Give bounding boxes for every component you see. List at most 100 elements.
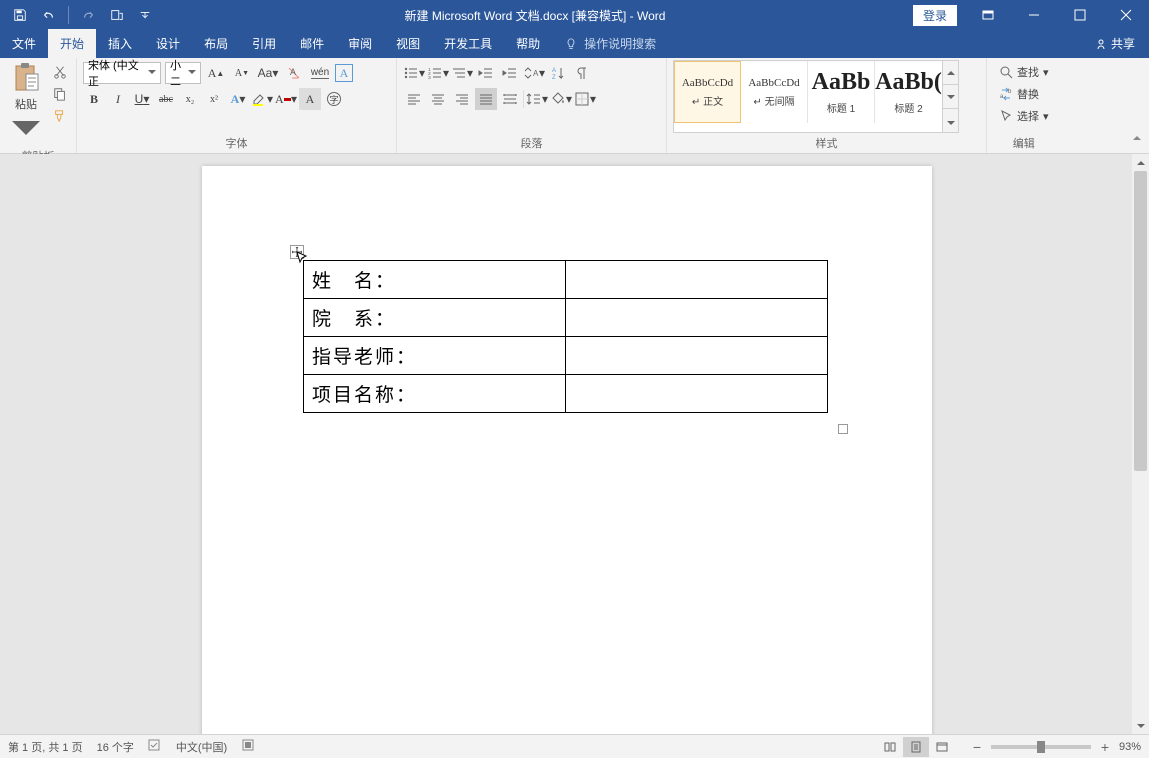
login-button[interactable]: 登录 [913,5,957,26]
find-button[interactable]: 查找 ▾ [997,62,1051,82]
multilevel-list-button[interactable]: ▾ [451,62,473,84]
tell-me-search[interactable]: 操作说明搜索 [552,29,668,58]
table-cell-label[interactable]: 院 系： [304,299,566,337]
table-cell-label[interactable]: 指导老师： [304,337,566,375]
italic-button[interactable]: I [107,88,129,110]
collapse-ribbon-button[interactable] [1131,131,1143,149]
table-row[interactable]: 指导老师： [304,337,828,375]
tab-mailings[interactable]: 邮件 [288,29,336,58]
table-cell-label[interactable]: 项目名称： [304,375,566,413]
tab-view[interactable]: 视图 [384,29,432,58]
underline-button[interactable]: U▾ [131,88,153,110]
bold-button[interactable]: B [83,88,105,110]
document-table[interactable]: 姓 名： 院 系： 指导老师： 项目名称： [303,260,828,413]
table-row[interactable]: 院 系： [304,299,828,337]
zoom-slider[interactable] [991,745,1091,749]
numbering-button[interactable]: 123▾ [427,62,449,84]
macro-icon[interactable] [241,738,255,755]
strikethrough-button[interactable]: abc [155,88,177,110]
shading-button[interactable]: ▾ [550,88,572,110]
character-border-button[interactable]: A [335,64,353,82]
align-justify-button[interactable] [475,88,497,110]
tab-layout[interactable]: 布局 [192,29,240,58]
superscript-button[interactable]: x² [203,88,225,110]
zoom-level[interactable]: 93% [1119,741,1141,753]
format-painter-button[interactable] [50,106,70,126]
share-button[interactable]: 共享 [1081,29,1149,58]
read-mode-button[interactable] [877,737,903,757]
vertical-scrollbar[interactable] [1132,154,1149,734]
increase-indent-button[interactable] [499,62,521,84]
character-shading-button[interactable]: A [299,88,321,110]
style-heading2[interactable]: AaBb(标题 2 [875,61,942,123]
tab-references[interactable]: 引用 [240,29,288,58]
zoom-out-button[interactable]: − [969,739,985,755]
print-layout-button[interactable] [903,737,929,757]
copy-button[interactable] [50,84,70,104]
qat-more-button[interactable] [133,3,157,27]
scroll-up-button[interactable] [1132,154,1149,171]
table-row[interactable]: 姓 名： [304,261,828,299]
tab-home[interactable]: 开始 [48,29,96,58]
save-button[interactable] [8,3,32,27]
sort-button[interactable]: AZ [547,62,569,84]
style-nospacing[interactable]: AaBbCcDd↵ 无间隔 [741,61,808,123]
phonetic-guide-button[interactable]: wén [309,62,331,84]
table-cell-value[interactable] [566,337,828,375]
document-area[interactable]: 姓 名： 院 系： 指导老师： 项目名称： [0,154,1132,734]
web-layout-button[interactable] [929,737,955,757]
clear-formatting-button[interactable]: A [283,62,305,84]
font-name-combo[interactable]: 宋体 (中文正 [83,62,161,84]
text-effects-button[interactable]: A▾ [227,88,249,110]
tab-insert[interactable]: 插入 [96,29,144,58]
page-indicator[interactable]: 第 1 页, 共 1 页 [8,739,83,755]
gallery-down-button[interactable] [943,85,958,109]
line-spacing-button[interactable]: ▾ [526,88,548,110]
font-color-button[interactable]: A▾ [275,88,297,110]
table-cell-label[interactable]: 姓 名： [304,261,566,299]
gallery-more-button[interactable] [943,109,958,132]
tab-help[interactable]: 帮助 [504,29,552,58]
table-cell-value[interactable] [566,261,828,299]
distribute-button[interactable] [499,88,521,110]
word-count[interactable]: 16 个字 [97,739,134,755]
enclose-characters-button[interactable]: 字 [323,88,345,110]
align-right-button[interactable] [451,88,473,110]
gallery-up-button[interactable] [943,61,958,85]
table-cell-value[interactable] [566,375,828,413]
zoom-handle[interactable] [1037,741,1045,753]
align-center-button[interactable] [427,88,449,110]
table-row[interactable]: 项目名称： [304,375,828,413]
close-button[interactable] [1103,0,1149,30]
ribbon-display-button[interactable] [965,0,1011,30]
redo-button[interactable] [77,3,101,27]
tab-file[interactable]: 文件 [0,29,48,58]
change-case-button[interactable]: Aa▾ [257,62,279,84]
table-cell-value[interactable] [566,299,828,337]
show-marks-button[interactable] [571,62,593,84]
tab-developer[interactable]: 开发工具 [432,29,504,58]
select-button[interactable]: 选择 ▾ [997,106,1051,126]
style-normal[interactable]: AaBbCcDd↵ 正文 [674,61,741,123]
minimize-button[interactable] [1011,0,1057,30]
table-resize-handle[interactable] [838,424,848,434]
shrink-font-button[interactable]: A▼ [231,62,253,84]
borders-button[interactable]: ▾ [574,88,596,110]
paste-button[interactable]: 粘贴 [6,60,46,146]
style-heading1[interactable]: AaBb标题 1 [808,61,875,123]
tab-review[interactable]: 审阅 [336,29,384,58]
decrease-indent-button[interactable] [475,62,497,84]
language-indicator[interactable]: 中文(中国) [176,739,227,755]
qat-customize-button[interactable] [105,3,129,27]
scroll-down-button[interactable] [1132,717,1149,734]
bullets-button[interactable]: ▾ [403,62,425,84]
scroll-thumb[interactable] [1134,171,1147,471]
subscript-button[interactable]: x₂ [179,88,201,110]
font-size-combo[interactable]: 小二 [165,62,201,84]
cut-button[interactable] [50,62,70,82]
grow-font-button[interactable]: A▲ [205,62,227,84]
align-left-button[interactable] [403,88,425,110]
spellcheck-icon[interactable] [148,738,162,755]
tab-design[interactable]: 设计 [144,29,192,58]
maximize-button[interactable] [1057,0,1103,30]
